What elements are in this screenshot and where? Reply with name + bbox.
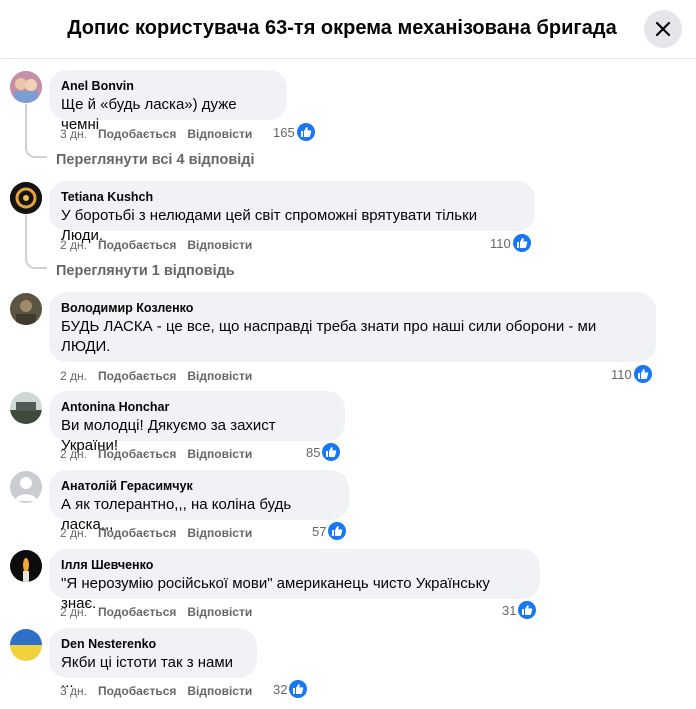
comment-time[interactable]: 3 дн. [60,684,87,698]
reaction-count[interactable]: 57 [312,522,347,540]
like-button[interactable]: Подобається [98,238,176,252]
comment-bubble: Antonina Honchar Ви молодці! Дякуємо за … [49,391,345,454]
comment-author[interactable]: Володимир Козленко [61,300,644,316]
reaction-count[interactable]: 165 [273,123,315,141]
reaction-count[interactable]: 110 [611,365,652,383]
thread-hook [25,146,47,158]
reaction-number: 85 [306,444,321,460]
reply-button[interactable]: Відповісти [187,447,252,461]
comment-bubble: Анатолій Герасимчук А як толерантно,,, н… [49,470,349,533]
comment-author[interactable]: Tetiana Kushch [61,189,523,205]
thread-hook [25,257,47,269]
comment-actions: 3 дн. Подобається Відповісти [60,127,263,141]
comment-actions: 2 дн. Подобається Відповісти [60,447,263,461]
comment-time[interactable]: 2 дн. [60,526,87,540]
like-icon [518,601,537,619]
avatar[interactable] [10,471,42,503]
like-icon [296,123,315,141]
like-button[interactable]: Подобається [98,127,176,141]
like-button[interactable]: Подобається [98,369,176,383]
comment-author[interactable]: Анатолій Герасимчук [61,478,337,494]
reaction-count[interactable]: 85 [306,443,341,461]
reply-button[interactable]: Відповісти [187,526,252,540]
reaction-number: 57 [312,523,327,539]
comment-time[interactable]: 2 дн. [60,605,87,619]
reply-button[interactable]: Відповісти [187,605,252,619]
like-icon [328,522,347,540]
comment-time[interactable]: 2 дн. [60,369,87,383]
view-replies-link[interactable]: Переглянути всі 4 відповіді [56,152,255,168]
comment-actions: 2 дн. Подобається Відповісти [60,605,263,619]
like-icon [322,443,341,461]
thread-line [25,104,27,146]
comment-time[interactable]: 3 дн. [60,127,87,141]
avatar[interactable] [10,182,42,214]
comment-actions: 2 дн. Подобається Відповісти [60,369,263,383]
reply-button[interactable]: Відповісти [187,238,252,252]
reaction-number: 110 [611,366,632,382]
avatar[interactable] [10,293,42,325]
comment-bubble: Den Nesterenko Якби ці істоти так з нами… [49,628,257,691]
like-icon [633,365,652,383]
comment-author[interactable]: Anel Bonvin [61,78,275,94]
reaction-number: 165 [273,124,295,140]
like-button[interactable]: Подобається [98,684,176,698]
comment-author[interactable]: Antonina Honchar [61,399,333,415]
like-button[interactable]: Подобається [98,526,176,540]
like-button[interactable]: Подобається [98,447,176,461]
reaction-number: 31 [502,602,517,618]
thread-line [25,215,27,257]
comment-bubble: Володимир Козленко БУДЬ ЛАСКА - це все, … [49,292,656,362]
comment-text: БУДЬ ЛАСКА - це все, що насправді треба … [61,318,597,355]
avatar[interactable] [10,550,42,582]
comment-actions: 3 дн. Подобається Відповісти [60,684,263,698]
reply-button[interactable]: Відповісти [187,684,252,698]
avatar[interactable] [10,629,42,661]
like-icon [512,234,531,252]
comment-actions: 2 дн. Подобається Відповісти [60,526,263,540]
comment-bubble: Anel Bonvin Ще й «будь ласка») дуже чемн… [49,70,287,133]
like-icon [289,680,308,698]
comment-author[interactable]: Ілля Шевченко [61,557,528,573]
close-icon [655,21,671,37]
reaction-count[interactable]: 110 [490,234,531,252]
close-button[interactable] [644,10,682,48]
comment-bubble: Ілля Шевченко "Я нерозумію російської мо… [49,549,540,612]
reply-button[interactable]: Відповісти [187,127,252,141]
comment-time[interactable]: 2 дн. [60,447,87,461]
comment-time[interactable]: 2 дн. [60,238,87,252]
reply-button[interactable]: Відповісти [187,369,252,383]
reaction-count[interactable]: 32 [273,680,308,698]
reaction-number: 110 [490,235,511,251]
view-replies-link[interactable]: Переглянути 1 відповідь [56,263,235,279]
comment-bubble: Tetiana Kushch У боротьбі з нелюдами цей… [49,181,535,244]
comment-author[interactable]: Den Nesterenko [61,636,245,652]
reaction-count[interactable]: 31 [502,601,537,619]
avatar[interactable] [10,392,42,424]
dialog-title: Допис користувача 63-тя окрема механізов… [67,17,617,39]
dialog-header: Допис користувача 63-тя окрема механізов… [0,0,696,59]
reaction-number: 32 [273,681,288,697]
comment-actions: 2 дн. Подобається Відповісти [60,238,263,252]
like-button[interactable]: Подобається [98,605,176,619]
avatar[interactable] [10,71,42,103]
